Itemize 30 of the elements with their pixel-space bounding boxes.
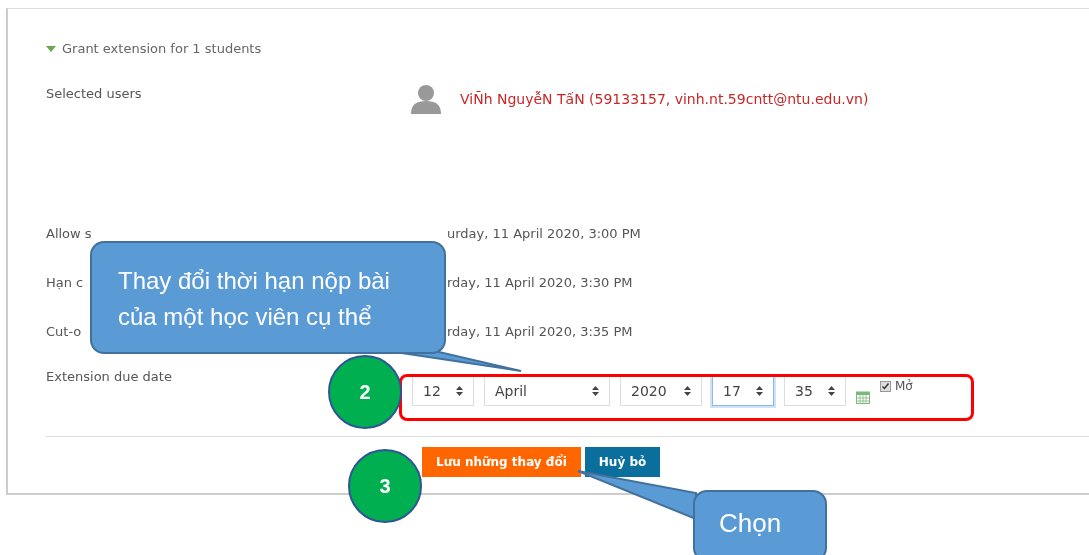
date-select[interactable]: 35 [784,376,846,406]
field-label: Hạn c [46,275,84,290]
date-value: urday, 11 April 2020, 3:00 PM [446,226,641,241]
user-name: ViÑh NguyễN TấN (59133157, vinh.nt.59cntt@ntu.edu.vn) [460,91,869,107]
section-title[interactable]: Grant extension for 1 students [62,41,262,56]
callout-text: Thay đổi thời hạn nộp bài của một học viên cụ thể [90,241,446,354]
date-value: rday, 11 April 2020, 3:30 PM [446,275,633,290]
cancel-button[interactable]: Huỷ bỏ [584,447,661,477]
field-label: Allow s [46,226,92,241]
date-select[interactable]: April [484,376,610,406]
date-value: rday, 11 April 2020, 3:35 PM [446,324,633,339]
date-select[interactable]: 12 [412,376,474,406]
sort-arrows-icon [684,386,691,396]
callout-text: Chọn [693,490,827,555]
checkbox-label: Mở [895,379,913,393]
field-label: Extension due date [46,369,172,384]
sort-arrows-icon [456,386,463,396]
step-number: 3 [348,449,422,523]
date-select[interactable]: 2020 [620,376,702,406]
sort-arrows-icon [756,386,763,396]
collapse-triangle-icon[interactable] [46,44,56,53]
step-number: 2 [328,355,402,429]
enable-checkbox[interactable] [880,380,891,392]
field-label: Cut-o [46,324,82,339]
user-avatar-icon [410,84,442,114]
sort-arrows-icon [592,386,599,396]
calendar-icon[interactable] [856,390,870,404]
sort-arrows-icon [828,386,835,396]
field-label: Selected users [46,86,142,101]
date-select[interactable]: 17 [712,376,774,406]
